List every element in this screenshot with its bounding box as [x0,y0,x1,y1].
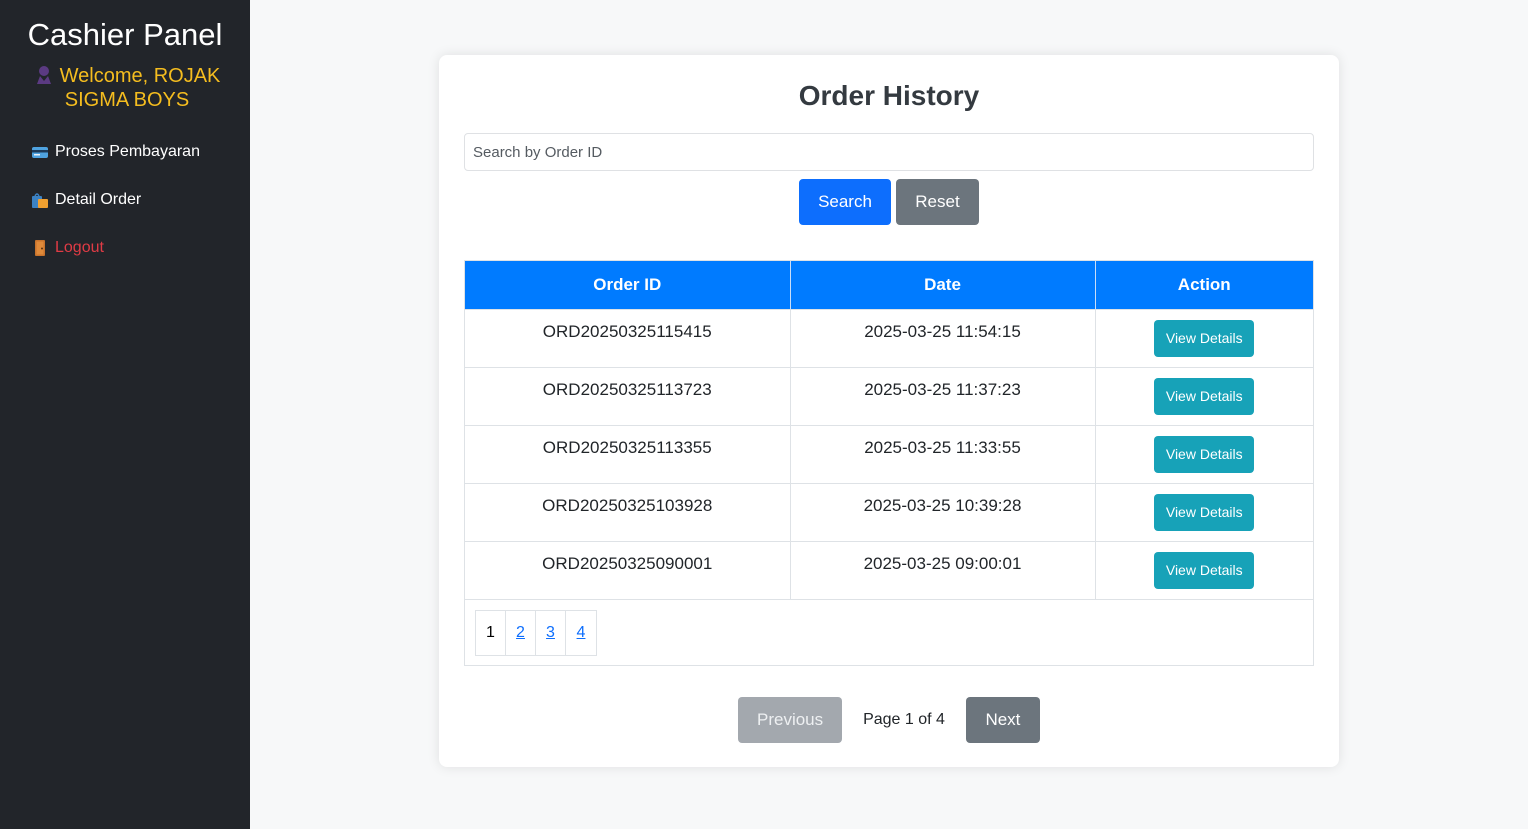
pagination: 1 2 3 4 [475,610,597,656]
table-row: ORD20250325090001 2025-03-25 09:00:01 Vi… [465,540,1313,599]
table-header-row: Order ID Date Action [465,261,1313,309]
table-row: ORD20250325115415 2025-03-25 11:54:15 Vi… [465,308,1313,367]
table-row: ORD20250325113723 2025-03-25 11:37:23 Vi… [465,366,1313,425]
date-cell: 2025-03-25 10:39:28 [790,482,1096,541]
view-details-button[interactable]: View Details [1154,551,1255,589]
action-cell: View Details [1095,540,1313,599]
sidebar-item-logout[interactable]: Logout [31,238,250,286]
action-cell: View Details [1095,308,1313,367]
order-id-cell: ORD20250325115415 [465,308,791,367]
order-id-cell: ORD20250325113723 [465,366,791,425]
order-id-cell: ORD20250325090001 [465,540,791,599]
sidebar-item-proses-pembayaran[interactable]: Proses Pembayaran [31,142,250,190]
search-input[interactable] [464,133,1314,171]
sidebar-item-label: Detail Order [55,191,142,208]
view-details-button[interactable]: View Details [1154,493,1255,531]
page-info: Page 1 of 4 [863,711,945,728]
page-link-3[interactable]: 3 [536,611,566,655]
search-actions: Search Reset [439,179,1339,225]
view-details-button[interactable]: View Details [1154,377,1255,415]
sidebar-brand: Cashier Panel [27,17,223,52]
page-current: 1 [476,611,506,655]
date-cell: 2025-03-25 11:54:15 [790,308,1096,367]
action-cell: View Details [1095,366,1313,425]
action-cell: View Details [1095,482,1313,541]
credit-card-icon [32,147,48,158]
pagination-row: 1 2 3 4 [465,599,1313,665]
sidebar-nav: Proses Pembayaran Detail Order Logout [0,142,250,286]
search-button[interactable]: Search [799,179,891,225]
column-header-date: Date [790,261,1096,309]
column-header-order-id: Order ID [465,261,791,309]
sidebar: Cashier Panel Welcome, ROJAK SIGMA BOYS … [0,0,250,829]
view-details-button[interactable]: View Details [1154,319,1255,357]
table-row: ORD20250325103928 2025-03-25 10:39:28 Vi… [465,482,1313,541]
welcome-message: Welcome, ROJAK SIGMA BOYS [0,64,250,112]
date-cell: 2025-03-25 09:00:01 [790,540,1096,599]
column-header-action: Action [1095,261,1313,309]
user-icon [36,66,51,84]
date-cell: 2025-03-25 11:33:55 [790,424,1096,483]
sidebar-item-detail-order[interactable]: Detail Order [31,190,250,238]
date-cell: 2025-03-25 11:37:23 [790,366,1096,425]
page-title: Order History [798,80,980,111]
sidebar-item-label: Proses Pembayaran [55,143,200,160]
previous-button[interactable]: Previous [738,697,843,743]
page-link-2[interactable]: 2 [506,611,536,655]
page-navigation: Previous Page 1 of 4 Next [439,697,1339,743]
order-id-cell: ORD20250325103928 [465,482,791,541]
order-table-container: Order ID Date Action ORD20250325115415 2… [464,260,1314,666]
shopping-bags-icon [32,193,48,208]
page-link-4[interactable]: 4 [566,611,596,655]
door-icon [35,240,45,256]
welcome-text: Welcome, ROJAK SIGMA BOYS [59,65,221,111]
order-table: Order ID Date Action ORD20250325115415 2… [465,261,1313,599]
order-history-card: Order History Search Reset Order ID Date… [439,55,1339,767]
order-id-cell: ORD20250325113355 [465,424,791,483]
sidebar-item-label: Logout [55,239,104,256]
view-details-button[interactable]: View Details [1154,435,1255,473]
action-cell: View Details [1095,424,1313,483]
reset-button[interactable]: Reset [896,179,979,225]
table-row: ORD20250325113355 2025-03-25 11:33:55 Vi… [465,424,1313,483]
next-button[interactable]: Next [965,697,1040,743]
